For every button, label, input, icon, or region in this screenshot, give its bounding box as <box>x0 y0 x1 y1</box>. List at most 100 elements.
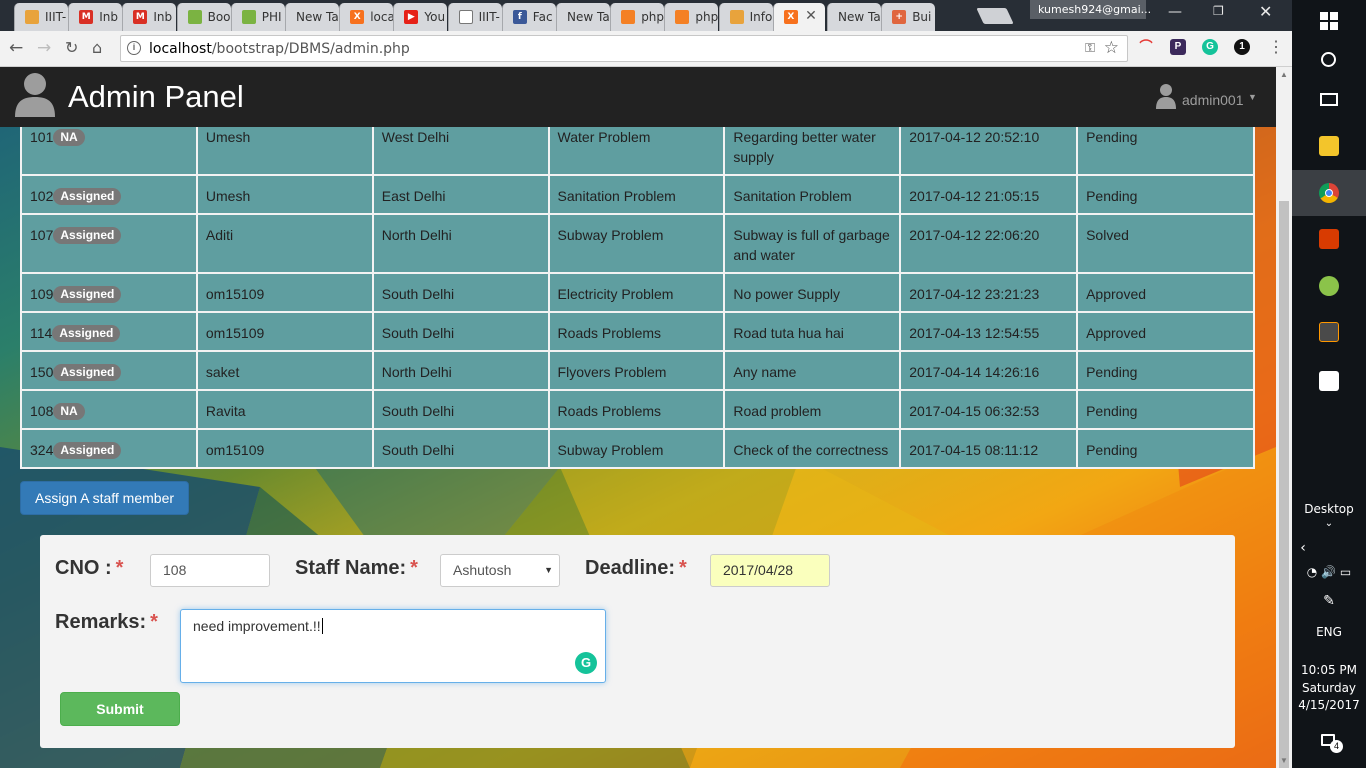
user-avatar-icon <box>15 73 55 117</box>
cno-cell: 114 Assigned <box>20 311 198 352</box>
page-info-icon[interactable]: i <box>127 41 141 55</box>
browser-tab[interactable]: X ✕ <box>772 3 825 31</box>
sublime-text-app[interactable] <box>1292 309 1366 355</box>
tab-favicon-icon <box>729 10 744 24</box>
key-icon[interactable]: ⚿ <box>1085 40 1095 56</box>
tab-favicon-icon <box>675 10 690 24</box>
remarks-text: need improvement.!! <box>193 618 321 634</box>
browser-tab[interactable]: M Inb <box>68 3 123 31</box>
close-tab-icon[interactable]: ✕ <box>805 8 817 24</box>
onepassword-extension-icon[interactable]: 1 <box>1234 39 1250 55</box>
browser-tab[interactable]: IIIT- <box>447 3 502 31</box>
type-cell: Roads Problems <box>547 311 726 352</box>
deadline-input[interactable]: 2017/04/28 <box>710 554 830 587</box>
system-tray-icons[interactable]: ◔ 🔊 ▭ <box>1292 565 1366 579</box>
cno-number: 108 <box>30 403 54 419</box>
scrollbar-thumb[interactable] <box>1279 201 1289 768</box>
clock-day[interactable]: Saturday <box>1292 681 1366 695</box>
file-explorer-app[interactable] <box>1292 123 1366 169</box>
browser-tab[interactable]: New Ta <box>285 3 339 31</box>
tab-title: php <box>695 10 719 24</box>
status-cell: Pending <box>1076 389 1255 430</box>
table-row: 150 Assigned saket North Delhi Flyovers Prob… <box>20 350 1255 391</box>
description-cell: Subway is full of garbage and water <box>723 213 902 274</box>
page-scrollbar[interactable]: ▲ ▼ <box>1276 67 1292 768</box>
staff-name-select[interactable]: Ashutosh ▼ <box>440 554 560 587</box>
account-user-icon <box>1156 84 1176 109</box>
maximize-icon[interactable]: ❐ <box>1213 4 1224 18</box>
browser-tab[interactable]: New Ta <box>556 3 610 31</box>
grammarly-icon[interactable]: G <box>575 652 597 674</box>
browser-tab[interactable]: New Ta <box>827 3 881 31</box>
browser-tab[interactable]: php <box>664 3 719 31</box>
close-window-icon[interactable]: ✕ <box>1259 2 1272 21</box>
scroll-down-icon[interactable]: ▼ <box>1280 756 1288 765</box>
clock-date[interactable]: 4/15/2017 <box>1292 698 1366 712</box>
table-row: 324 Assigned om15109 South Delhi Subway Prob… <box>20 428 1255 469</box>
browser-tab[interactable]: ▶ You <box>393 3 448 31</box>
pen-icon[interactable]: ✎ <box>1292 593 1366 609</box>
name-cell: om15109 <box>195 311 374 352</box>
status-badge: NA <box>53 403 85 420</box>
caret-down-icon: ▼ <box>1248 92 1257 102</box>
area-cell: East Delhi <box>371 174 550 215</box>
tab-favicon-icon: M <box>79 10 94 24</box>
cno-input[interactable]: 108 <box>150 554 270 587</box>
staff-name-label: Staff Name: * <box>295 557 418 579</box>
browser-tab[interactable]: IIIT- <box>14 3 68 31</box>
description-cell: Road tuta hua hai <box>723 311 902 352</box>
task-view-button[interactable] <box>1292 76 1366 122</box>
reload-icon[interactable]: ↻ <box>65 38 78 57</box>
desktop-chevron-icon[interactable]: ⌄ <box>1292 518 1366 529</box>
datetime-cell: 2017-04-12 22:06:20 <box>899 213 1079 274</box>
browser-tab[interactable]: f Fac <box>501 3 556 31</box>
name-cell: om15109 <box>195 428 374 469</box>
mail-app[interactable] <box>1292 358 1366 404</box>
back-icon[interactable]: ← <box>9 38 23 58</box>
assign-staff-button[interactable]: Assign A staff member <box>20 481 189 515</box>
address-bar[interactable]: i localhost/bootstrap/DBMS/admin.php ⚿ ☆ <box>120 35 1128 62</box>
show-hidden-icons-chevron[interactable]: ‹ <box>1266 540 1340 556</box>
grammarly-extension-icon[interactable]: G <box>1202 39 1218 55</box>
browser-tab[interactable]: M Inb <box>122 3 177 31</box>
area-cell: South Delhi <box>371 428 550 469</box>
chrome-app[interactable] <box>1292 170 1366 216</box>
tab-title: IIIT- <box>478 10 500 24</box>
browser-tab[interactable]: PHI <box>230 3 285 31</box>
status-badge: Assigned <box>53 286 122 303</box>
browser-menu-icon[interactable]: ⋮ <box>1268 37 1284 57</box>
rainbow-extension-icon[interactable]: ⌒ <box>1138 39 1154 55</box>
pushbullet-extension-icon[interactable]: P <box>1170 39 1186 55</box>
submit-button[interactable]: Submit <box>60 692 180 726</box>
status-badge: Assigned <box>53 188 122 205</box>
minimize-icon[interactable]: — <box>1168 4 1182 20</box>
status-cell: Approved <box>1076 272 1255 313</box>
profile-button[interactable]: kumesh924@gmai... <box>1030 0 1151 19</box>
datetime-cell: 2017-04-14 14:26:16 <box>899 350 1079 391</box>
bookmark-star-icon[interactable]: ☆ <box>1104 38 1119 58</box>
windows-taskbar: Desktop ⌄ ‹ ◔ 🔊 ▭ ✎ ENG 10:05 PM Saturda… <box>1292 0 1366 768</box>
action-center-button[interactable]: 4 <box>1292 722 1366 768</box>
browser-tab[interactable]: Boo <box>176 3 231 31</box>
browser-tab[interactable]: Info <box>718 3 773 31</box>
tab-title: Boo <box>207 10 231 24</box>
android-app[interactable] <box>1292 263 1366 309</box>
home-icon[interactable]: ⌂ <box>92 38 102 57</box>
browser-tab[interactable]: php <box>610 3 665 31</box>
desktop-label[interactable]: Desktop <box>1292 502 1366 516</box>
tab-title: Inb <box>99 10 118 24</box>
new-tab-button[interactable] <box>976 8 1014 24</box>
datetime-cell: 2017-04-13 12:54:55 <box>899 311 1079 352</box>
language-indicator[interactable]: ENG <box>1292 625 1366 639</box>
scroll-up-icon[interactable]: ▲ <box>1280 70 1288 79</box>
tab-title: New Ta <box>567 10 610 24</box>
remarks-textarea[interactable]: need improvement.!! G <box>180 609 606 683</box>
browser-tab[interactable]: + Bui <box>881 3 936 31</box>
clock-time[interactable]: 10:05 PM <box>1292 663 1366 677</box>
office-app[interactable] <box>1292 216 1366 262</box>
forward-icon[interactable]: → <box>37 38 51 58</box>
browser-tab[interactable]: Xloca <box>339 3 394 31</box>
area-cell: South Delhi <box>371 272 550 313</box>
tab-title: Info <box>749 10 773 24</box>
tab-title: New Ta <box>838 10 881 24</box>
